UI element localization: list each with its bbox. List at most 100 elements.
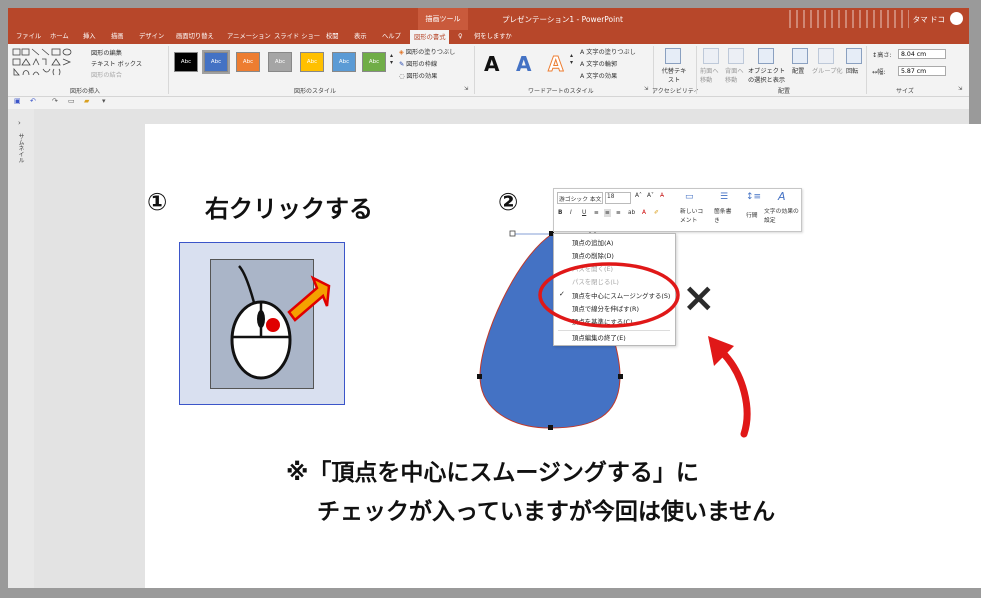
ribbon-tabs: ファイル ホーム 挿入 描画 デザイン 画面切り替え アニメーション スライド … [8,30,969,45]
merge-shapes-button[interactable]: 図形の結合 [91,70,122,79]
text-fill-icon: A [580,49,585,56]
shape-effects-button[interactable]: ◌ 図形の効果 [399,71,437,80]
tab-animations[interactable]: アニメーション [227,30,271,44]
shape-style-green[interactable]: Abc [362,52,386,72]
insert-shapes-group-label: 図形の挿入 [70,88,101,95]
text-effects-button[interactable]: A 文字の効果 [580,71,617,80]
align-right-icon[interactable]: ≡ [616,210,621,216]
shape-style-black[interactable]: Abc [174,52,198,72]
align-center-icon[interactable]: ≡ [604,209,611,217]
text-fill-button[interactable]: A 文字の塗りつぶし [580,47,636,56]
chevron-right-icon[interactable]: › [18,119,21,127]
avatar[interactable] [950,12,963,25]
tab-insert[interactable]: 挿入 [83,30,96,44]
alt-text-button[interactable]: 代替テキスト [660,66,688,84]
slideshow-icon[interactable]: ▭ [68,97,75,105]
width-field[interactable]: 5.87 cm [898,66,946,76]
selection-pane-icon [758,48,774,64]
wordart-scroll-icon[interactable]: ▴ ▾ [570,52,573,66]
save-icon[interactable]: ▣ [14,97,21,105]
shape-style-gray[interactable]: Abc [268,52,292,72]
rotate-button[interactable]: 回転 [846,66,858,75]
shape-style-lightblue[interactable]: Abc [332,52,356,72]
tab-file[interactable]: ファイル [16,30,41,44]
width-label-text: 幅: [877,69,886,76]
gallery-scroll-icon[interactable]: ▴ ▾ [390,52,393,66]
accessibility-group-label: アクセシビリティ [652,88,700,95]
font-color-icon[interactable]: A [642,210,646,216]
shape-fill-button[interactable]: ◈ 図形の塗りつぶし [399,47,455,56]
tab-home[interactable]: ホーム [50,30,69,44]
menu-item-add-point[interactable]: 頂点の追加(A) [572,238,613,247]
group-button[interactable]: グループ化 [812,66,843,75]
user-name[interactable]: タマ ドコ [913,14,945,25]
format-painter-icon[interactable]: ✐ [654,210,659,216]
arrange-group-label: 配置 [778,88,791,95]
cross-mark: × [682,275,716,321]
tab-view[interactable]: 表示 [354,30,367,44]
shrink-font-icon[interactable]: A˅ [647,193,654,199]
wordart-group-label: ワードアートのスタイル [528,88,594,95]
shape-effects-label: 図形の効果 [406,73,438,80]
shape-style-orange[interactable]: Abc [236,52,260,72]
tab-draw[interactable]: 描画 [111,30,124,44]
shape-style-blue[interactable]: Abc [202,50,230,74]
bullets-button[interactable]: 箇条書き [714,206,734,224]
quick-access-toolbar: ▣ ↶ ↷ ▭ ▰ ▾ [8,97,969,109]
title-bar-decoration [789,10,909,28]
new-comment-button[interactable]: 新しいコメント [680,206,704,224]
undo-icon[interactable]: ↶ [30,97,36,105]
underline-icon[interactable]: U [582,210,586,216]
text-effects-settings-button[interactable]: 文字の効果の設定 [764,206,802,224]
open-icon[interactable]: ▰ [84,97,89,105]
note-line-1: ※「頂点を中心にスムージングする」に [286,460,699,486]
text-box-button[interactable]: テキスト ボックス [91,59,142,68]
font-size-box[interactable]: 18 [605,192,631,204]
grow-font-icon[interactable]: A˄ [635,193,642,199]
wordart-style-plain[interactable]: A [484,52,499,76]
shape-styles-group-label: 図形のスタイル [294,88,337,95]
align-left-icon[interactable]: ≡ [594,210,599,216]
align-button[interactable]: 配置 [792,66,804,75]
height-field[interactable]: 8.04 cm [898,49,946,59]
menu-item-exit-edit-points[interactable]: 頂点編集の終了(E) [572,333,626,342]
wordart-style-blue[interactable]: A [516,52,531,76]
selection-pane-button[interactable]: オブジェクトの選択と表示 [748,66,786,84]
size-group-label: サイズ [896,88,914,95]
shape-style-gold[interactable]: Abc [300,52,324,72]
send-backward-button[interactable]: 背面へ移動 [725,66,747,84]
dialog-launcher-icon[interactable]: ⇲ [958,86,962,92]
ribbon-divider [696,46,697,94]
shape-outline-button[interactable]: ✎ 図形の枠線 [399,59,437,68]
shapes-gallery[interactable] [12,47,86,77]
tell-me-box[interactable]: 何をしますか [474,30,512,44]
tab-design[interactable]: デザイン [139,30,164,44]
font-name-box[interactable]: 游ゴシック 本文 [557,192,603,204]
title-bar: 描画ツール プレゼンテーション1 - PowerPoint タマ ドコ [8,8,969,30]
dialog-launcher-icon[interactable]: ⇲ [644,86,648,92]
text-effects-icon: A [778,190,786,203]
tab-shape-format[interactable]: 図形の書式 [410,30,450,45]
comment-icon: ▭ [685,192,694,202]
redo-icon[interactable]: ↷ [52,97,58,105]
text-outline-button[interactable]: A 文字の輪郭 [580,59,617,68]
thumbnail-pane-label: サムネイル [17,133,24,163]
width-label: ↔幅: [872,67,885,76]
tab-transitions[interactable]: 画面切り替え [176,30,214,44]
tab-help[interactable]: ヘルプ [382,30,401,44]
customize-qat-icon[interactable]: ▾ [102,97,106,105]
line-spacing-button[interactable]: 行間 [746,210,758,219]
italic-icon[interactable]: I [570,210,572,216]
highlight-icon[interactable]: ab [628,210,635,216]
context-tab-group-label: 描画ツール [418,8,468,30]
note-line-2: チェックが入っていますが今回は使いません [317,499,776,525]
edit-shape-button[interactable]: 図形の編集 [91,48,122,57]
tab-slideshow[interactable]: スライド ショー [274,30,320,44]
clear-formatting-icon[interactable]: A̶ [660,193,664,199]
tab-review[interactable]: 校閲 [326,30,339,44]
dialog-launcher-icon[interactable]: ⇲ [464,86,468,92]
wordart-style-outline[interactable]: A [547,52,564,77]
bold-icon[interactable]: B [558,210,562,216]
bring-forward-button[interactable]: 前面へ移動 [700,66,722,84]
ribbon-divider [866,46,867,94]
